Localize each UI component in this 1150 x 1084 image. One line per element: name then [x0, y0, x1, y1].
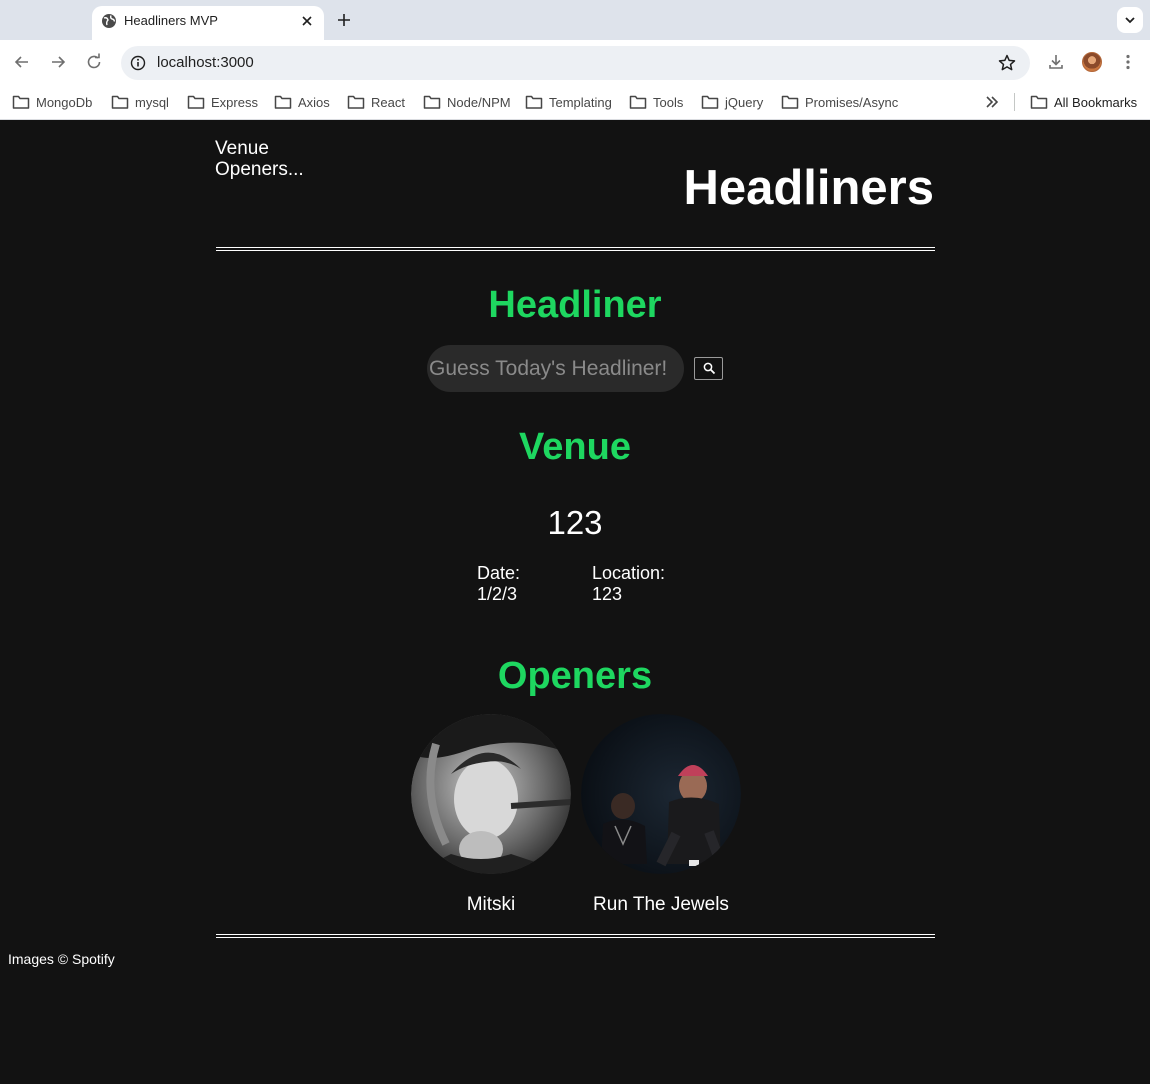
chevron-down-icon: [1125, 17, 1135, 24]
folder-icon: [12, 95, 30, 109]
bookmark-label: jQuery: [725, 94, 764, 110]
bookmark-label: Promises/Async: [805, 94, 899, 110]
folder-icon: [1030, 95, 1048, 109]
opener-card[interactable]: Run The Jewels: [581, 714, 741, 915]
bookmark-label: Templating: [549, 94, 612, 110]
back-arrow-icon[interactable]: [12, 52, 32, 72]
bookmark-folder[interactable]: Templating: [525, 92, 612, 112]
site-info-icon[interactable]: [130, 55, 146, 71]
browser-tab-strip: Headliners MVP: [0, 0, 1150, 40]
venue-name: 123: [547, 504, 603, 541]
more-vert-icon[interactable]: [1118, 52, 1138, 72]
close-icon[interactable]: [298, 12, 316, 30]
url-text[interactable]: localhost:3000: [157, 54, 254, 72]
reload-icon[interactable]: [84, 52, 104, 72]
folder-icon: [274, 95, 292, 109]
bookmark-folder[interactable]: Axios: [274, 92, 330, 112]
folder-icon: [781, 95, 799, 109]
tab-title: Headliners MVP: [124, 13, 218, 28]
bookmark-label: Axios: [298, 94, 330, 110]
nav-link-venue[interactable]: Venue: [215, 138, 304, 159]
site-title: Headliners: [683, 161, 934, 215]
bookmark-label: Node/NPM: [447, 94, 511, 110]
folder-icon: [629, 95, 647, 109]
bookmark-label: All Bookmarks: [1054, 94, 1138, 110]
folder-icon: [187, 95, 205, 109]
folder-icon: [347, 95, 365, 109]
search-button[interactable]: [694, 357, 723, 380]
bookmark-folder[interactable]: Promises/Async: [781, 92, 898, 112]
bookmark-label: Tools: [653, 94, 684, 110]
folder-icon: [423, 95, 441, 109]
headliner-heading: Headliner: [488, 284, 662, 326]
address-bar[interactable]: localhost:3000: [121, 46, 1030, 80]
folder-icon: [701, 95, 719, 109]
bookmark-folder[interactable]: Node/NPM: [423, 92, 511, 112]
folder-icon: [111, 95, 129, 109]
bookmarks-bar: MongoDb mysql Express Axios React Node/N…: [0, 85, 1150, 120]
globe-icon: [102, 14, 116, 28]
bookmark-label: mysql: [135, 94, 169, 110]
venue-date: Date: 1/2/3: [477, 563, 520, 605]
location-value: 123: [592, 584, 623, 604]
top-divider: [216, 247, 935, 251]
bookmark-folder[interactable]: Tools: [629, 92, 683, 112]
location-label: Location:: [592, 563, 666, 583]
bookmark-folder[interactable]: mysql: [111, 92, 169, 112]
openers-heading: Openers: [497, 655, 653, 697]
all-bookmarks-folder[interactable]: All Bookmarks: [1030, 92, 1137, 112]
bookmark-label: Express: [211, 94, 258, 110]
chevron-double-right-icon[interactable]: [982, 92, 1002, 112]
date-label: Date:: [477, 563, 521, 583]
tab-search-menu-button[interactable]: [1117, 7, 1143, 33]
download-icon[interactable]: [1046, 52, 1066, 72]
bookmark-folder[interactable]: React: [347, 92, 405, 112]
opener-name: Run The Jewels: [593, 894, 729, 915]
browser-tab[interactable]: Headliners MVP: [92, 6, 324, 40]
opener-photo[interactable]: [581, 714, 741, 874]
profile-avatar[interactable]: [1082, 52, 1102, 72]
new-tab-plus-icon[interactable]: [334, 10, 354, 30]
bookmark-label: MongoDb: [36, 94, 93, 110]
bookmark-label: React: [371, 94, 405, 110]
venue-heading: Venue: [519, 426, 631, 468]
bookmark-folder[interactable]: jQuery: [701, 92, 763, 112]
bookmark-star-icon[interactable]: [997, 53, 1017, 73]
headliner-guess-input[interactable]: [427, 345, 684, 392]
venue-location: Location: 123: [592, 563, 665, 605]
bookmark-folder[interactable]: MongoDb: [12, 92, 92, 112]
bottom-divider: [216, 934, 935, 938]
nav-link-openers[interactable]: Openers...: [215, 159, 304, 180]
date-value: 1/2/3: [477, 584, 518, 604]
bookmark-folder[interactable]: Express: [187, 92, 258, 112]
opener-photo[interactable]: [411, 714, 571, 874]
image-credit: Images © Spotify: [8, 951, 115, 967]
page-body: Venue Openers... Headliners Headliner Ve…: [0, 121, 1150, 1084]
folder-icon: [525, 95, 543, 109]
opener-card[interactable]: Mitski: [411, 714, 571, 915]
bookmarks-divider: [1014, 93, 1015, 111]
page-nav: Venue Openers...: [215, 138, 304, 180]
forward-arrow-icon[interactable]: [48, 52, 68, 72]
search-icon: [703, 362, 716, 375]
browser-toolbar: localhost:3000: [0, 40, 1150, 85]
